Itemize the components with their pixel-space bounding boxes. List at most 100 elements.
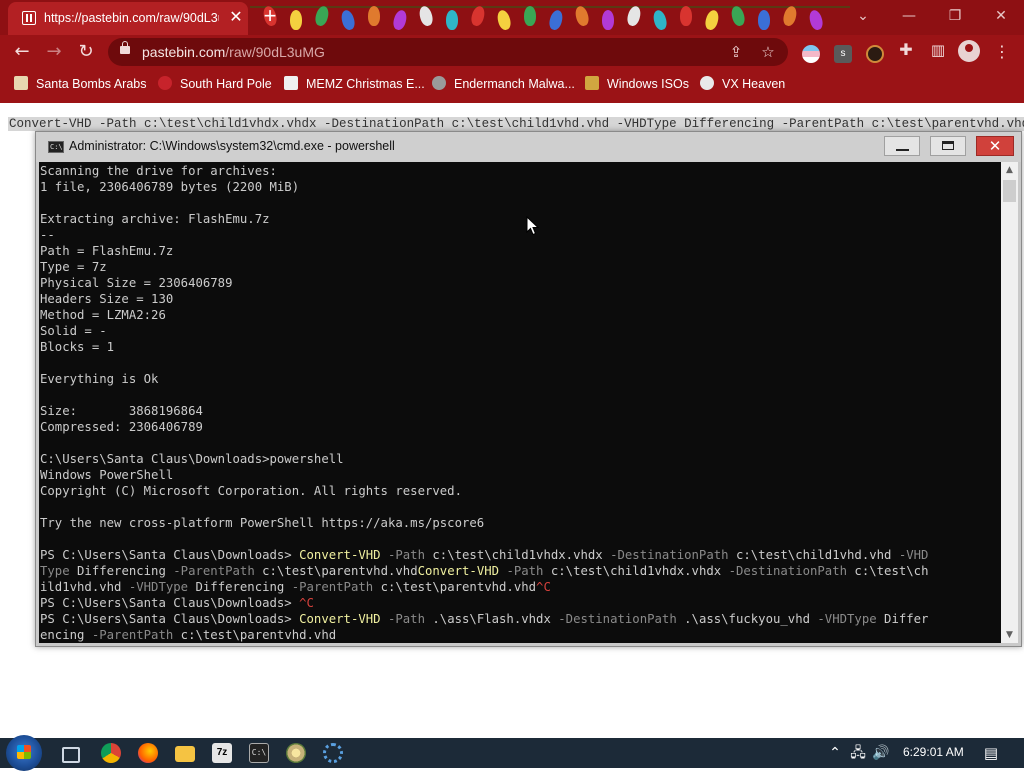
console-segment: -DestinationPath bbox=[558, 612, 677, 626]
share-icon[interactable]: ⇪ bbox=[726, 42, 746, 62]
console-segment: Solid = - bbox=[40, 324, 107, 338]
console-scrollbar[interactable]: ▲ ▼ bbox=[1001, 162, 1018, 643]
file-explorer-icon[interactable] bbox=[175, 746, 195, 762]
bookmark-label: Endermanch Malwa... bbox=[454, 77, 575, 91]
console-segment: c:\test\ch bbox=[847, 564, 929, 578]
console-line: PS C:\Users\Santa Claus\Downloads> ^C bbox=[40, 596, 314, 610]
chrome-icon[interactable] bbox=[101, 743, 121, 763]
settings-icon[interactable] bbox=[323, 743, 343, 763]
bookmark-item[interactable]: South Hard Pole bbox=[158, 76, 272, 92]
action-center-icon[interactable]: ▤ bbox=[982, 744, 1000, 762]
7zip-icon[interactable]: 7z bbox=[212, 743, 232, 763]
url-path: /raw/90dL3uMG bbox=[225, 44, 325, 60]
restore-button[interactable]: ❐ bbox=[932, 0, 978, 32]
console-output[interactable]: Scanning the drive for archives: 1 file,… bbox=[39, 162, 1001, 643]
new-tab-button[interactable]: + bbox=[258, 5, 282, 29]
cmd-close-button[interactable]: ✕ bbox=[976, 136, 1014, 156]
pastebin-favicon-icon bbox=[22, 11, 36, 25]
trans-flag-extension-icon[interactable] bbox=[802, 45, 820, 63]
console-segment: Try the new cross-platform PowerShell ht… bbox=[40, 516, 485, 530]
browser-toolbar: ← → ↻ pastebin.com/raw/90dL3uMG ⇪ ☆ s ✚ … bbox=[0, 35, 1024, 69]
show-hidden-icons-icon[interactable]: ⌃ bbox=[826, 744, 844, 762]
console-line: encing -ParentPath c:\test\parentvhd.vhd bbox=[40, 628, 336, 642]
scroll-up-arrow-icon[interactable]: ▲ bbox=[1001, 162, 1018, 178]
cmd-titlebar[interactable]: C:\ Administrator: C:\Windows\system32\c… bbox=[36, 132, 1021, 162]
christmas-bulb-icon bbox=[469, 4, 487, 28]
close-button[interactable]: ✕ bbox=[978, 0, 1024, 32]
extensions-puzzle-icon[interactable]: ✚ bbox=[896, 40, 916, 60]
face-extension-icon[interactable] bbox=[866, 45, 884, 63]
browser-titlebar[interactable]: https://pastebin.com/raw/90dL3uMG ✕ + ⌄ … bbox=[0, 0, 1024, 35]
tab-search-chevron-icon[interactable]: ⌄ bbox=[840, 0, 886, 32]
console-segment: -VHD bbox=[898, 548, 929, 562]
tab-close-icon[interactable]: ✕ bbox=[226, 8, 246, 28]
console-segment: 1 file, 2306406789 bytes (2200 MiB) bbox=[40, 180, 300, 194]
christmas-bulb-icon bbox=[446, 10, 458, 30]
profile-avatar-icon[interactable] bbox=[958, 40, 980, 62]
bookmark-item[interactable]: MEMZ Christmas E... bbox=[284, 76, 425, 92]
bookmark-item[interactable]: Windows ISOs bbox=[585, 76, 689, 92]
reload-icon[interactable]: ↻ bbox=[74, 40, 98, 64]
browser-frame: https://pastebin.com/raw/90dL3uMG ✕ + ⌄ … bbox=[0, 0, 1024, 103]
address-bar-url[interactable]: pastebin.com/raw/90dL3uMG bbox=[142, 44, 325, 60]
clock[interactable]: 6:29:01 AM bbox=[903, 745, 964, 759]
console-segment: -- bbox=[40, 228, 55, 242]
browser-tab[interactable]: https://pastebin.com/raw/90dL3uMG ✕ bbox=[8, 2, 248, 35]
christmas-lights-decoration bbox=[260, 0, 840, 35]
cmd-icon[interactable]: C:\ bbox=[48, 141, 64, 153]
back-arrow-icon[interactable]: ← bbox=[10, 40, 34, 64]
console-segment: Everything is Ok bbox=[40, 372, 159, 386]
volume-icon[interactable]: 🔊 bbox=[872, 744, 890, 762]
cmd-icon[interactable]: C:\ bbox=[249, 743, 269, 763]
scroll-down-arrow-icon[interactable]: ▼ bbox=[1001, 627, 1018, 643]
console-line: Windows PowerShell bbox=[40, 468, 173, 482]
forward-arrow-icon[interactable]: → bbox=[42, 40, 66, 64]
bookmark-star-icon[interactable]: ☆ bbox=[758, 42, 778, 62]
console-segment: Differ bbox=[876, 612, 929, 626]
console-segment: c:\test\parentvhd.vhd bbox=[173, 628, 337, 642]
console-line: -- bbox=[40, 228, 55, 242]
task-view-icon[interactable] bbox=[62, 747, 80, 763]
menu-kebab-icon[interactable]: ⋮ bbox=[990, 40, 1014, 64]
scrollbar-thumb[interactable] bbox=[1003, 180, 1016, 202]
bookmarks-bar: Santa Bombs Arabs South Hard Pole MEMZ C… bbox=[0, 69, 1024, 99]
bookmark-item[interactable]: Santa Bombs Arabs bbox=[14, 76, 146, 92]
bookmark-label: MEMZ Christmas E... bbox=[306, 77, 425, 91]
console-line: Scanning the drive for archives: bbox=[40, 164, 277, 178]
lock-icon[interactable] bbox=[120, 41, 130, 54]
christmas-bulb-icon bbox=[573, 4, 591, 28]
console-line: ild1vhd.vhd -VHDType Differencing -Paren… bbox=[40, 580, 551, 594]
console-line: Physical Size = 2306406789 bbox=[40, 276, 233, 290]
christmas-bulb-icon bbox=[417, 4, 435, 28]
minimize-button[interactable]: — bbox=[886, 0, 932, 32]
christmas-bulb-icon bbox=[729, 4, 747, 28]
address-bar[interactable]: pastebin.com/raw/90dL3uMG ⇪ ☆ bbox=[108, 38, 788, 66]
bookmark-label: South Hard Pole bbox=[180, 77, 272, 91]
bookmark-item[interactable]: VX Heaven bbox=[700, 76, 785, 92]
vx-icon bbox=[700, 76, 714, 90]
firefox-icon[interactable] bbox=[138, 743, 158, 763]
network-icon[interactable]: 🖧 bbox=[849, 744, 867, 762]
console-line: Method = LZMA2:26 bbox=[40, 308, 166, 322]
console-line: Everything is Ok bbox=[40, 372, 158, 386]
side-panel-icon[interactable]: ▥ bbox=[928, 40, 948, 60]
console-segment: ild1vhd.vhd bbox=[40, 580, 129, 594]
bookmark-item[interactable]: Endermanch Malwa... bbox=[432, 76, 575, 92]
cmd-maximize-button[interactable] bbox=[930, 136, 966, 156]
console-line: Size: 3868196864 bbox=[40, 404, 203, 418]
console-line: C:\Users\Santa Claus\Downloads>powershel… bbox=[40, 452, 344, 466]
windows-start-icon[interactable] bbox=[6, 735, 42, 771]
christmas-bulb-icon bbox=[313, 4, 331, 28]
console-segment: ^C bbox=[536, 580, 551, 594]
tab-title: https://pastebin.com/raw/90dL3uMG bbox=[44, 11, 219, 25]
cmd-minimize-button[interactable] bbox=[884, 136, 920, 156]
console-segment: c:\test\parentvhd.vhd bbox=[373, 580, 537, 594]
s-extension-icon[interactable]: s bbox=[834, 45, 852, 63]
cmd-window[interactable]: C:\ Administrator: C:\Windows\system32\c… bbox=[35, 131, 1022, 647]
folder-icon bbox=[14, 76, 28, 90]
console-segment: Type = 7z bbox=[40, 260, 107, 274]
console-segment: c:\test\child1vhd.vhd bbox=[728, 548, 899, 562]
console-segment: Physical Size = 2306406789 bbox=[40, 276, 233, 290]
console-segment: C:\Users\Santa Claus\Downloads>powershel… bbox=[40, 452, 344, 466]
paint-icon[interactable] bbox=[286, 743, 306, 763]
